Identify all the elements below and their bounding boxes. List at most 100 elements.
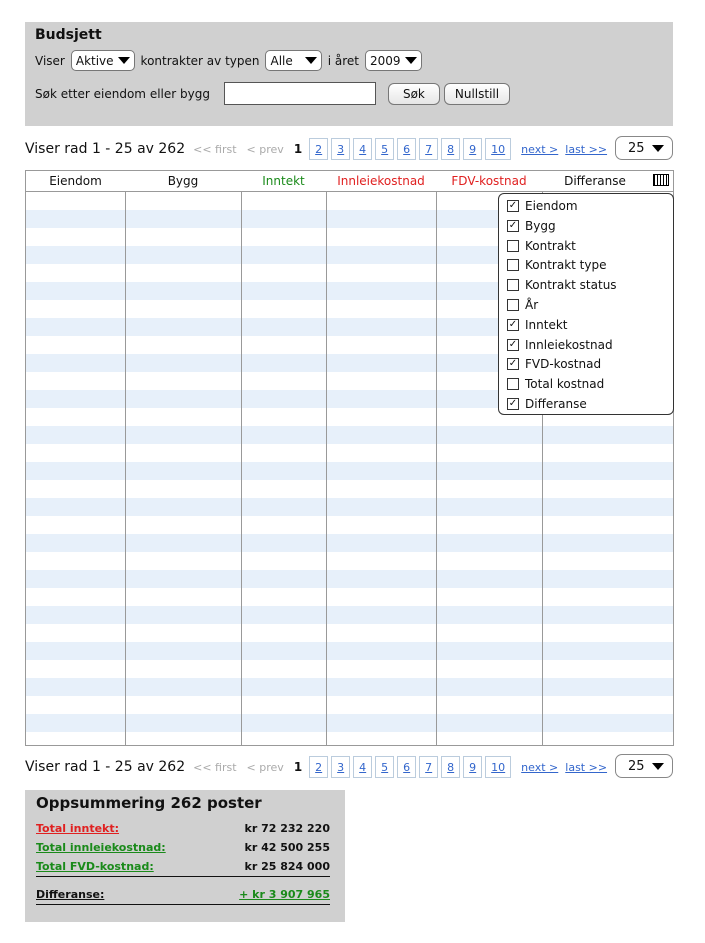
status-select[interactable]: Aktive <box>70 50 135 71</box>
column-option[interactable]: ✓ Bygg <box>507 217 556 235</box>
checkbox-unchecked[interactable] <box>507 299 519 311</box>
viser-label: Viser <box>35 53 65 68</box>
column-option[interactable]: Kontrakt type <box>507 256 607 274</box>
pager-top: Viser rad 1 - 25 av 262 << first < prev … <box>25 136 673 162</box>
page-size-select[interactable]: 25 <box>615 136 673 160</box>
summary-row-differanse: Differanse: + kr 3 907 965 <box>36 888 330 905</box>
page-link[interactable]: 9 <box>463 756 483 778</box>
column-divider <box>326 171 327 745</box>
table-row <box>26 714 673 732</box>
checkbox-checked[interactable]: ✓ <box>507 200 519 212</box>
checkbox-unchecked[interactable] <box>507 239 519 252</box>
next-link[interactable]: next > <box>521 143 558 156</box>
column-header-fdv-kostnad[interactable]: FDV-kostnad <box>436 171 542 191</box>
page-size-value: 25 <box>628 140 645 156</box>
type-select-value: Alle <box>270 53 293 68</box>
column-option[interactable]: ✓ Eiendom <box>507 197 578 215</box>
search-input[interactable] <box>223 82 376 105</box>
table-row <box>26 462 673 480</box>
current-page: 1 <box>293 760 303 774</box>
row-count: Viser rad 1 - 25 av 262 <box>25 141 186 157</box>
filter-panel: Budsjett Viser Aktive kontrakter av type… <box>25 22 673 126</box>
current-page: 1 <box>293 142 303 156</box>
chevron-down-icon <box>404 57 417 64</box>
page-link[interactable]: 5 <box>375 138 395 160</box>
column-header-eiendom[interactable]: Eiendom <box>26 171 125 191</box>
page-size-select[interactable]: 25 <box>615 754 673 778</box>
checkbox-unchecked[interactable] <box>507 378 519 391</box>
table-row <box>26 498 673 516</box>
last-link[interactable]: last >> <box>565 143 607 156</box>
column-option-label: Eiendom <box>525 199 578 213</box>
column-option-label: Inntekt <box>525 317 568 332</box>
column-option[interactable]: Total kostnad <box>507 375 604 393</box>
checkbox-checked[interactable]: ✓ <box>507 358 519 371</box>
next-link[interactable]: next > <box>521 761 558 774</box>
column-divider <box>436 171 437 745</box>
column-option[interactable]: Kontrakt <box>507 237 576 255</box>
filter-title: Budsjett <box>35 27 102 43</box>
prev-link: < prev <box>246 760 284 774</box>
last-link[interactable]: last >> <box>565 761 607 774</box>
page-link[interactable]: 6 <box>397 756 417 778</box>
first-link: << first <box>193 142 237 156</box>
table-row <box>26 426 673 444</box>
page-link[interactable]: 3 <box>331 138 351 160</box>
grid-header: Eiendom Bygg Inntekt Innleiekostnad FDV-… <box>26 171 673 192</box>
page-link[interactable]: 8 <box>441 756 461 778</box>
page-link[interactable]: 5 <box>375 756 395 778</box>
checkbox-checked[interactable]: ✓ <box>507 219 519 232</box>
column-option-label: År <box>525 298 539 312</box>
column-option-label: Kontrakt <box>525 238 576 253</box>
checkbox-checked[interactable]: ✓ <box>507 318 519 331</box>
summary-panel: Oppsummering 262 poster Total inntekt: k… <box>25 790 345 922</box>
page-link[interactable]: 10 <box>485 138 512 160</box>
search-button[interactable]: Søk <box>387 82 440 105</box>
checkbox-unchecked[interactable] <box>507 259 519 272</box>
checkbox-checked[interactable]: ✓ <box>507 338 519 351</box>
columns-icon[interactable] <box>653 174 669 186</box>
page-link[interactable]: 3 <box>331 756 351 778</box>
chevron-down-icon <box>652 144 664 152</box>
first-link: << first <box>193 760 237 774</box>
page-size-value: 25 <box>628 758 645 774</box>
page-link[interactable]: 2 <box>309 138 329 160</box>
column-option[interactable]: ✓ FVD-kostnad <box>507 355 601 373</box>
table-row <box>26 570 673 588</box>
column-option[interactable]: ✓ Innleiekostnad <box>507 336 613 354</box>
column-header-inntekt[interactable]: Inntekt <box>241 171 326 191</box>
column-option[interactable]: Kontrakt status <box>507 276 617 294</box>
summary-value: kr 25 824 000 <box>244 860 330 873</box>
column-header-differanse[interactable]: Differanse <box>542 171 648 191</box>
column-option-label: Bygg <box>525 218 556 233</box>
column-header-innleiekostnad[interactable]: Innleiekostnad <box>326 171 436 191</box>
type-select[interactable]: Alle <box>265 50 322 71</box>
page-link[interactable]: 10 <box>485 756 512 778</box>
column-option[interactable]: ✓ Differanse <box>507 395 587 413</box>
page-link[interactable]: 9 <box>463 138 483 160</box>
page-link[interactable]: 4 <box>353 138 373 160</box>
table-row <box>26 678 673 696</box>
filter-row: Viser Aktive kontrakter av typen Alle i … <box>35 50 428 71</box>
summary-label: Total FVD-kostnad: <box>36 860 154 873</box>
column-header-bygg[interactable]: Bygg <box>125 171 241 191</box>
column-option-label: Innleiekostnad <box>525 337 613 352</box>
year-select[interactable]: 2009 <box>365 50 422 71</box>
chevron-down-icon <box>117 57 130 64</box>
page-link[interactable]: 2 <box>309 756 329 778</box>
page-link[interactable]: 8 <box>441 138 461 160</box>
column-option[interactable]: ✓ Inntekt <box>507 316 568 334</box>
reset-button[interactable]: Nullstill <box>443 82 511 105</box>
kontrakter-label: kontrakter av typen <box>140 53 260 68</box>
page-link[interactable]: 6 <box>397 138 417 160</box>
pager-bottom: Viser rad 1 - 25 av 262 << first < prev … <box>25 754 673 780</box>
search-row: Søk etter eiendom eller bygg Søk Nullsti… <box>35 82 511 105</box>
checkbox-checked[interactable]: ✓ <box>507 398 519 410</box>
column-option-label: Differanse <box>525 397 587 411</box>
checkbox-unchecked[interactable] <box>507 279 519 292</box>
column-option-label: Total kostnad <box>525 377 605 392</box>
page-link[interactable]: 4 <box>353 756 373 778</box>
column-option[interactable]: År <box>507 296 538 314</box>
page-link[interactable]: 7 <box>419 756 439 778</box>
page-link[interactable]: 7 <box>419 138 439 160</box>
